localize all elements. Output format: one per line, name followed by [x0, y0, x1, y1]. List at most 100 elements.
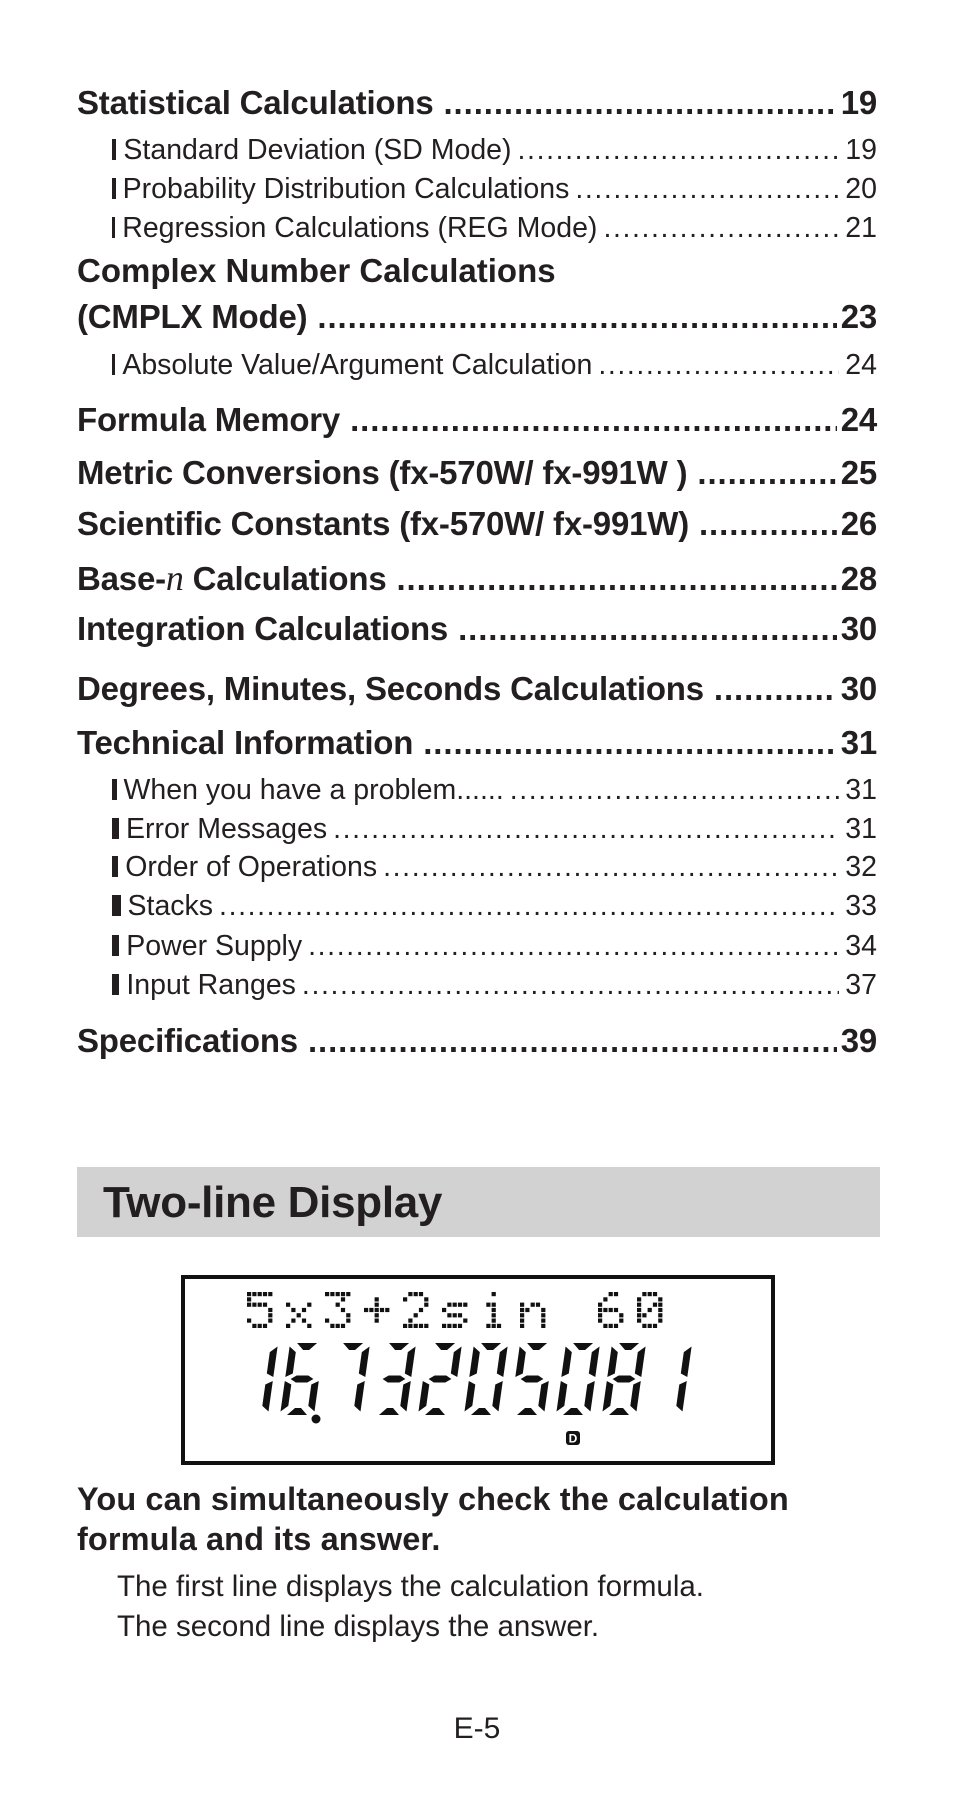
toc-label: Technical Information — [77, 724, 414, 761]
dot-leader — [302, 969, 839, 1002]
toc-entry-power-supply[interactable]: Power Supply 34 — [112, 930, 877, 963]
toc-label: Regression Calculations (REG Mode) — [122, 212, 598, 244]
toc-page-number: 32 — [845, 851, 877, 883]
body-text-line-1: The first line displays the calculation … — [117, 1570, 704, 1603]
toc-entry-probability-distribution[interactable]: Probability Distribution Calculations 20 — [112, 173, 877, 206]
toc-label: When you have a problem...... — [123, 774, 504, 806]
dot-leader — [317, 298, 836, 336]
toc-page-number: 39 — [840, 1022, 878, 1059]
toc-page-number: 26 — [840, 505, 878, 542]
toc-page-number: 31 — [845, 774, 877, 806]
toc-label-prefix: Base- — [77, 560, 166, 597]
square-bullet-icon — [112, 818, 119, 839]
lcd-dot-matrix-char — [247, 1292, 273, 1328]
dot-leader — [308, 1022, 837, 1060]
toc-entry-base-n[interactable]: Base-n Calculations 28 — [77, 557, 877, 599]
dot-leader — [518, 134, 840, 167]
dot-leader — [383, 851, 839, 884]
toc-label: Probability Distribution Calculations — [122, 173, 570, 205]
toc-entry-standard-deviation[interactable]: Standard Deviation (SD Mode) 19 — [112, 134, 877, 167]
toc-entry-specifications[interactable]: Specifications 39 — [77, 1022, 877, 1060]
lcd-svg: D — [247, 1292, 692, 1446]
lcd-seven-segment-digit — [343, 1343, 370, 1412]
toc-entry-absolute-value[interactable]: Absolute Value/Argument Calculation 24 — [112, 349, 877, 382]
lcd-seven-segment-digit — [556, 1343, 600, 1415]
section-header-band: Two-line Display — [77, 1167, 880, 1237]
lcd-seven-segment-digit — [379, 1343, 416, 1415]
toc-label: Stacks — [127, 890, 214, 922]
toc-label-italic-n: n — [165, 558, 184, 598]
toc-page-number: 24 — [845, 349, 877, 381]
body-text-line-2: The second line displays the answer. — [117, 1610, 600, 1643]
toc-entry-error-messages[interactable]: Error Messages 31 — [112, 813, 877, 846]
dot-leader — [510, 774, 840, 807]
toc-entry-when-you-have-a-problem[interactable]: When you have a problem...... 31 — [112, 774, 877, 807]
toc-label: Power Supply — [126, 930, 303, 962]
toc-page-number: 28 — [840, 560, 878, 597]
toc-page-number: 30 — [840, 610, 878, 647]
toc-entry-input-ranges[interactable]: Input Ranges 37 — [112, 969, 877, 1002]
toc-page-number: 23 — [840, 298, 878, 335]
lead-paragraph: You can simultaneously check the calcula… — [77, 1481, 789, 1557]
page-number: E-5 — [453, 1712, 501, 1745]
toc-entry-regression[interactable]: Regression Calculations (REG Mode) 21 — [112, 212, 877, 245]
toc-label: Formula Memory — [77, 401, 341, 438]
lcd-dot-matrix-char — [442, 1302, 468, 1328]
toc-page-number: 37 — [845, 969, 877, 1001]
toc-entry-complex-number[interactable]: (CMPLX Mode) 23 — [77, 298, 877, 336]
toc-label: Input Ranges — [126, 969, 296, 1001]
toc-label: Specifications — [77, 1022, 298, 1059]
toc-entry-statistical-calculations[interactable]: Statistical Calculations 19 — [77, 84, 877, 122]
toc-label-suffix: Calculations — [183, 560, 387, 597]
section-title: Two-line Display — [103, 1178, 443, 1227]
toc-label: Statistical Calculations — [77, 84, 434, 121]
square-bullet-icon — [112, 856, 119, 877]
dot-leader — [396, 560, 836, 598]
lcd-dot-matrix-char — [520, 1302, 546, 1328]
dot-leader — [350, 401, 837, 439]
toc-page-number: 33 — [845, 890, 877, 922]
toc-entry-integration[interactable]: Integration Calculations 30 — [77, 610, 877, 648]
toc-label: Scientific Constants (fx-570W/ fx-991W) — [77, 505, 689, 542]
toc-page-number: 25 — [840, 454, 878, 491]
dot-leader — [598, 349, 839, 382]
lcd-dot-matrix-char — [325, 1292, 351, 1328]
dot-leader — [458, 610, 837, 648]
dot-leader — [603, 212, 839, 245]
toc-entry-metric-conversions[interactable]: Metric Conversions (fx-570W/ fx-991W ) 2… — [77, 454, 877, 492]
toc-label: Standard Deviation (SD Mode) — [123, 134, 512, 166]
toc-page-number: 19 — [845, 134, 877, 166]
toc-page-number: 30 — [840, 670, 878, 707]
toc-entry-complex-line1[interactable]: Complex Number Calculations — [77, 252, 556, 290]
lcd-seven-segment-digit — [418, 1343, 462, 1415]
toc-page-number: 31 — [840, 724, 878, 761]
dot-leader — [443, 84, 836, 122]
square-bullet-icon — [112, 354, 116, 375]
dot-leader — [575, 173, 839, 206]
square-bullet-icon — [112, 779, 117, 800]
toc-entry-degrees-minutes-seconds[interactable]: Degrees, Minutes, Seconds Calculations 3… — [77, 670, 877, 708]
toc-entry-scientific-constants[interactable]: Scientific Constants (fx-570W/ fx-991W) … — [77, 505, 877, 543]
lcd-answer-line — [262, 1343, 692, 1424]
lcd-dot-matrix-char — [637, 1292, 663, 1328]
toc-label: Metric Conversions (fx-570W/ fx-991W ) — [77, 454, 688, 491]
dot-leader — [699, 505, 837, 543]
toc-label: Degrees, Minutes, Seconds Calculations — [77, 670, 704, 707]
toc-page-number: 34 — [845, 930, 877, 962]
square-bullet-icon — [112, 895, 121, 916]
lcd-dot-matrix-char — [364, 1297, 390, 1323]
dot-leader — [714, 670, 837, 708]
toc-entry-formula-memory[interactable]: Formula Memory 24 — [77, 401, 877, 439]
toc-entry-order-of-operations[interactable]: Order of Operations 32 — [112, 851, 877, 884]
dot-leader — [697, 454, 836, 492]
toc-page-number: 31 — [845, 813, 877, 845]
toc-entry-technical-information[interactable]: Technical Information 31 — [77, 724, 877, 762]
toc-label: Base-n Calculations — [77, 557, 387, 599]
dot-leader — [333, 813, 839, 846]
toc-label: Order of Operations — [125, 851, 378, 883]
lcd-seven-segment-digit — [515, 1343, 549, 1415]
toc-page-number: 20 — [845, 173, 877, 205]
toc-entry-stacks[interactable]: Stacks 33 — [112, 890, 877, 923]
toc-page-number: 21 — [845, 212, 877, 244]
indicator-letter: D — [569, 1432, 578, 1446]
